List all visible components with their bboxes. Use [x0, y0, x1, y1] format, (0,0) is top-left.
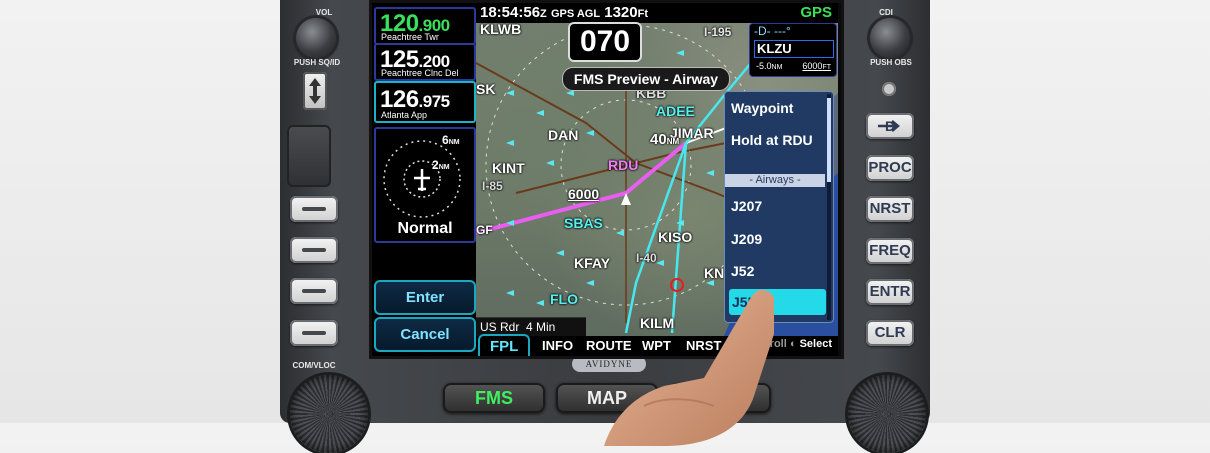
map-label-kfay: KFAY: [574, 255, 611, 271]
push-obs-label: PUSH OBS: [870, 58, 912, 67]
freq-khz: .975: [418, 92, 451, 111]
menu-item-waypoint[interactable]: Waypoint: [731, 100, 793, 116]
standby-com-frequency[interactable]: 125.200 Peachtree Clnc Del: [374, 43, 476, 81]
active-com-frequency[interactable]: 120.900 Peachtree Twr: [374, 7, 476, 45]
select-label: Select: [799, 338, 832, 350]
fms-mode-button[interactable]: FMS: [443, 383, 545, 413]
direct-course: ---°: [774, 24, 791, 38]
map-label-sbas: SBAS: [564, 215, 603, 231]
freq-name: Peachtree Twr: [381, 32, 439, 42]
tab-info[interactable]: INFO: [542, 338, 573, 353]
direct-to-button[interactable]: D: [866, 113, 914, 139]
traffic-mode: Normal: [397, 220, 453, 237]
com-vloc-label: COM/VLOC: [292, 361, 336, 370]
freq-mhz: 126: [380, 86, 419, 113]
agl-unit: Ft: [637, 8, 648, 20]
light-sensor: [882, 82, 896, 96]
swap-frequency-button[interactable]: [303, 72, 327, 110]
heading-readout: 070: [568, 22, 642, 62]
map-label-kiso: KISO: [658, 229, 693, 245]
freq-name: Peachtree Clnc Del: [381, 68, 459, 78]
waypoint-distance: -5.0: [756, 61, 772, 71]
map-label-rdu: RDU: [608, 157, 639, 173]
direct-to-icon: D: [878, 118, 900, 134]
push-sq-id-label: PUSH SQ/ID: [293, 58, 341, 67]
swap-arrow-icon: [309, 78, 321, 104]
outer-range: 6: [442, 133, 449, 147]
waypoint-identifier: KLZU: [754, 40, 834, 58]
gps-agl-label: GPS AGL: [550, 8, 601, 20]
proc-button[interactable]: PROC: [866, 155, 914, 181]
map-label-altitude: 6000: [568, 186, 600, 202]
photocell: [287, 125, 331, 187]
map-label-dan: DAN: [548, 127, 579, 143]
volume-knob[interactable]: [296, 18, 336, 58]
enter-soft-button[interactable]: Enter: [374, 280, 476, 315]
map-label-adee: ADEE: [656, 103, 695, 119]
menu-scrollbar[interactable]: [827, 94, 831, 320]
freq-name: Atlanta App: [381, 110, 428, 120]
left-line-select-2[interactable]: [290, 237, 338, 263]
agl-value: 1320: [604, 4, 638, 21]
map-label-sk: SK: [476, 81, 496, 97]
tab-fpl[interactable]: FPL: [478, 334, 531, 356]
map-label-flo: FLO: [550, 291, 578, 307]
map-label-40nm: 40NM: [650, 131, 680, 148]
range-unit: NM: [438, 164, 450, 171]
active-waypoint-box[interactable]: -D- ---° KLZU -5.0NM 6000FT: [749, 23, 837, 77]
vol-label: VOL: [315, 8, 333, 17]
clr-button[interactable]: CLR: [866, 320, 914, 346]
svg-text:D: D: [885, 118, 895, 134]
traffic-inset[interactable]: 6NM 2NM Normal: [374, 127, 476, 243]
select-knob-icon: ◐: [789, 338, 797, 350]
left-line-select-1[interactable]: [290, 196, 338, 222]
cdi-knob[interactable]: [870, 18, 910, 58]
nrst-button[interactable]: NRST: [866, 196, 914, 222]
altitude-unit: FT: [822, 64, 831, 71]
map-label-i195: I-195: [704, 25, 732, 39]
waypoint-altitude: 6000: [802, 61, 823, 71]
range-unit: NM: [448, 139, 460, 146]
map-label-kint: KINT: [492, 160, 525, 176]
freq-button[interactable]: FREQ: [866, 238, 914, 264]
right-concentric-knob[interactable]: [848, 375, 926, 453]
utc-time: 18:54:56: [480, 4, 541, 21]
radar-age: 4 Min: [526, 320, 556, 334]
left-line-select-3[interactable]: [290, 278, 338, 304]
left-concentric-knob[interactable]: [290, 375, 368, 453]
cancel-soft-button[interactable]: Cancel: [374, 317, 476, 352]
inner-range: 2: [432, 158, 439, 172]
map-label-kn: KN: [704, 265, 725, 281]
status-bar: 18:54:56Z GPS AGL 1320Ft GPS: [476, 3, 838, 23]
menu-item-hold[interactable]: Hold at RDU: [731, 132, 813, 148]
map-label-gf: GF: [476, 223, 493, 237]
direct-to-icon: -D-: [754, 24, 771, 38]
menu-item-airway[interactable]: J209: [731, 231, 762, 247]
map-label-i40: I-40: [636, 251, 657, 265]
menu-item-airway[interactable]: J207: [731, 198, 762, 214]
pointing-hand: [604, 289, 774, 446]
fms-preview-label: FMS Preview - Airway: [562, 67, 730, 91]
frequency-panel: 120.900 Peachtree Twr 125.200 Peachtree …: [372, 3, 476, 356]
utc-suffix: Z: [540, 8, 547, 20]
menu-item-airway[interactable]: J52: [731, 263, 754, 279]
nav-source: GPS: [800, 4, 832, 21]
left-line-select-4[interactable]: [290, 320, 338, 346]
cdi-label: CDI: [879, 8, 893, 17]
distance-unit: NM: [771, 64, 783, 71]
radar-source: US Rdr: [480, 320, 520, 334]
airways-section-header: - Airways -: [725, 174, 825, 187]
entr-button[interactable]: ENTR: [866, 279, 914, 305]
map-label-klwb: KLWB: [480, 23, 522, 37]
selected-frequency[interactable]: 126.975 Atlanta App: [374, 81, 476, 123]
map-label-i85: I-85: [482, 179, 503, 193]
